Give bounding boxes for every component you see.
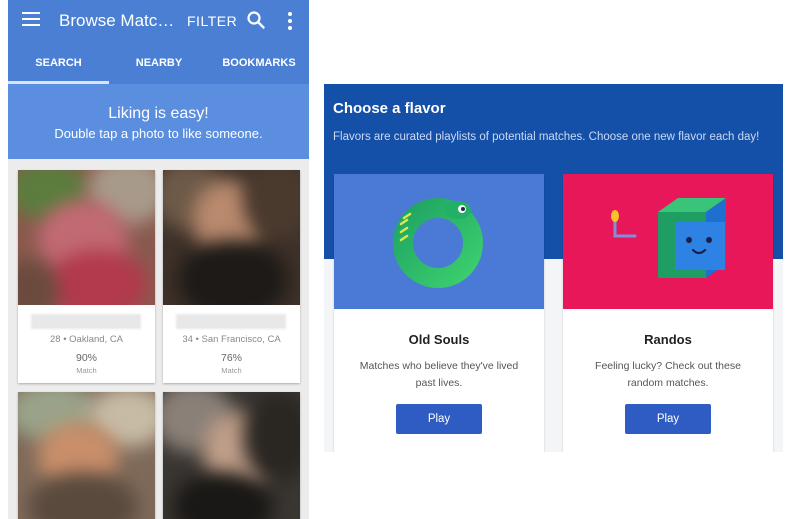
banner-subtitle: Double tap a photo to like someone. bbox=[54, 126, 263, 141]
match-percent: 90% bbox=[75, 352, 97, 364]
match-percent-label: Match bbox=[221, 366, 242, 375]
match-card[interactable]: 34 • San Francisco, CA 76% Match bbox=[163, 170, 300, 383]
match-percent: 76% bbox=[220, 352, 242, 364]
profile-photo[interactable] bbox=[18, 170, 155, 305]
name-placeholder bbox=[176, 314, 286, 329]
ouroboros-snake-icon bbox=[393, 198, 483, 288]
tab-nearby[interactable]: NEARBY bbox=[109, 42, 209, 84]
filter-button[interactable]: FILTER bbox=[187, 13, 237, 29]
randos-art bbox=[563, 174, 773, 309]
profile-photo[interactable] bbox=[163, 170, 300, 305]
profile-photo[interactable] bbox=[18, 392, 155, 519]
banner-title: Liking is easy! bbox=[108, 105, 209, 122]
match-location: 28 • Oakland, CA bbox=[49, 334, 124, 345]
cube-robot-icon bbox=[611, 198, 726, 278]
match-card[interactable] bbox=[163, 392, 300, 519]
play-old-souls-button[interactable]: Play bbox=[396, 404, 482, 434]
tab-bar: SEARCH NEARBY BOOKMARKS bbox=[8, 42, 309, 84]
flavors-title: Choose a flavor bbox=[333, 100, 446, 117]
tab-bookmarks[interactable]: BOOKMARKS bbox=[209, 42, 309, 84]
match-card[interactable]: 28 • Oakland, CA 90% Match bbox=[18, 170, 155, 383]
flavor-card-randos[interactable]: Randos Feeling lucky? Check out these ra… bbox=[563, 174, 773, 452]
app-title: Browse Matc… bbox=[59, 11, 175, 30]
flavor-description: Feeling lucky? Check out these random ma… bbox=[595, 360, 741, 389]
flavor-name: Randos bbox=[644, 332, 692, 347]
app-bar: Browse Matc… FILTER bbox=[8, 0, 309, 42]
name-placeholder bbox=[31, 314, 141, 329]
flavors-description: Flavors are curated playlists of potenti… bbox=[333, 131, 760, 143]
play-randos-button[interactable]: Play bbox=[625, 404, 711, 434]
match-location: 34 • San Francisco, CA bbox=[182, 334, 281, 345]
tab-search[interactable]: SEARCH bbox=[8, 42, 109, 84]
profile-photo[interactable] bbox=[163, 392, 300, 519]
flavor-name: Old Souls bbox=[408, 332, 470, 347]
flavors-page: Choose a flavor Flavors are curated play… bbox=[324, 84, 783, 452]
flavor-description: Matches who believe they've lived past l… bbox=[359, 360, 519, 389]
flavor-card-old-souls[interactable]: Old Souls Matches who believe they've li… bbox=[334, 174, 544, 452]
mobile-app: Browse Matc… FILTER SEARCH NEARBY BOOKMA… bbox=[8, 0, 309, 519]
liking-tip-banner: Liking is easy! Double tap a photo to li… bbox=[8, 84, 309, 159]
search-icon[interactable] bbox=[246, 10, 266, 30]
old-souls-art bbox=[334, 174, 544, 309]
match-card[interactable] bbox=[18, 392, 155, 519]
match-percent-label: Match bbox=[76, 366, 97, 375]
menu-icon[interactable] bbox=[22, 12, 40, 26]
more-vert-icon[interactable] bbox=[282, 12, 298, 30]
